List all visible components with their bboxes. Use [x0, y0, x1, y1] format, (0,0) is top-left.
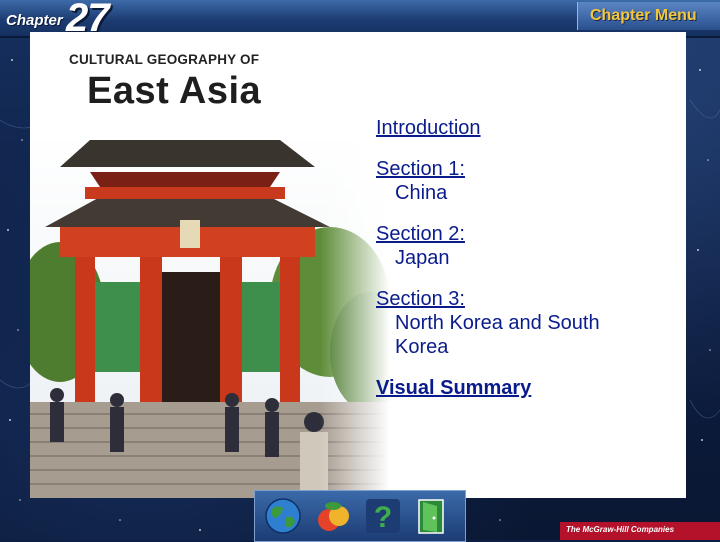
section-3-link[interactable]: Section 3:	[376, 288, 465, 311]
title-subheading: CULTURAL GEOGRAPHY OF	[69, 52, 260, 67]
chapter-label: Chapter	[6, 12, 63, 29]
section-2-title[interactable]: Japan	[395, 246, 676, 270]
introduction-link[interactable]: Introduction	[376, 117, 481, 140]
svg-text:?: ?	[374, 501, 392, 534]
chapter-contents-menu: Introduction Section 1: China Section 2:…	[376, 117, 676, 418]
menu-item-section-2[interactable]: Section 2: Japan	[376, 223, 676, 270]
menu-item-section-1[interactable]: Section 1: China	[376, 158, 676, 205]
bottom-navigation: ?	[254, 490, 466, 542]
chapter-menu-label: Chapter Menu	[590, 7, 697, 24]
publisher-name: The McGraw-Hill Companies	[566, 525, 675, 534]
fruit-icon[interactable]	[313, 496, 353, 536]
publisher-logo: The McGraw-Hill Companies	[560, 522, 720, 540]
menu-item-visual-summary[interactable]: Visual Summary	[376, 377, 676, 400]
section-1-link[interactable]: Section 1:	[376, 158, 465, 181]
content-panel: CULTURAL GEOGRAPHY OF East Asia Introduc…	[30, 32, 686, 498]
exit-door-icon[interactable]	[413, 496, 453, 536]
section-2-link[interactable]: Section 2:	[376, 223, 465, 246]
help-icon[interactable]: ?	[363, 496, 403, 536]
title-heading: East Asia	[87, 70, 262, 112]
menu-item-section-3[interactable]: Section 3: North Korea and South Korea	[376, 288, 676, 359]
section-3-title[interactable]: North Korea and South Korea	[395, 311, 645, 359]
section-1-title[interactable]: China	[395, 181, 676, 205]
temple-photo	[30, 132, 390, 498]
globe-icon[interactable]	[263, 496, 303, 536]
chapter-menu-button[interactable]: Chapter Menu	[577, 2, 720, 30]
visual-summary-link[interactable]: Visual Summary	[376, 377, 531, 400]
menu-item-introduction[interactable]: Introduction	[376, 117, 676, 140]
